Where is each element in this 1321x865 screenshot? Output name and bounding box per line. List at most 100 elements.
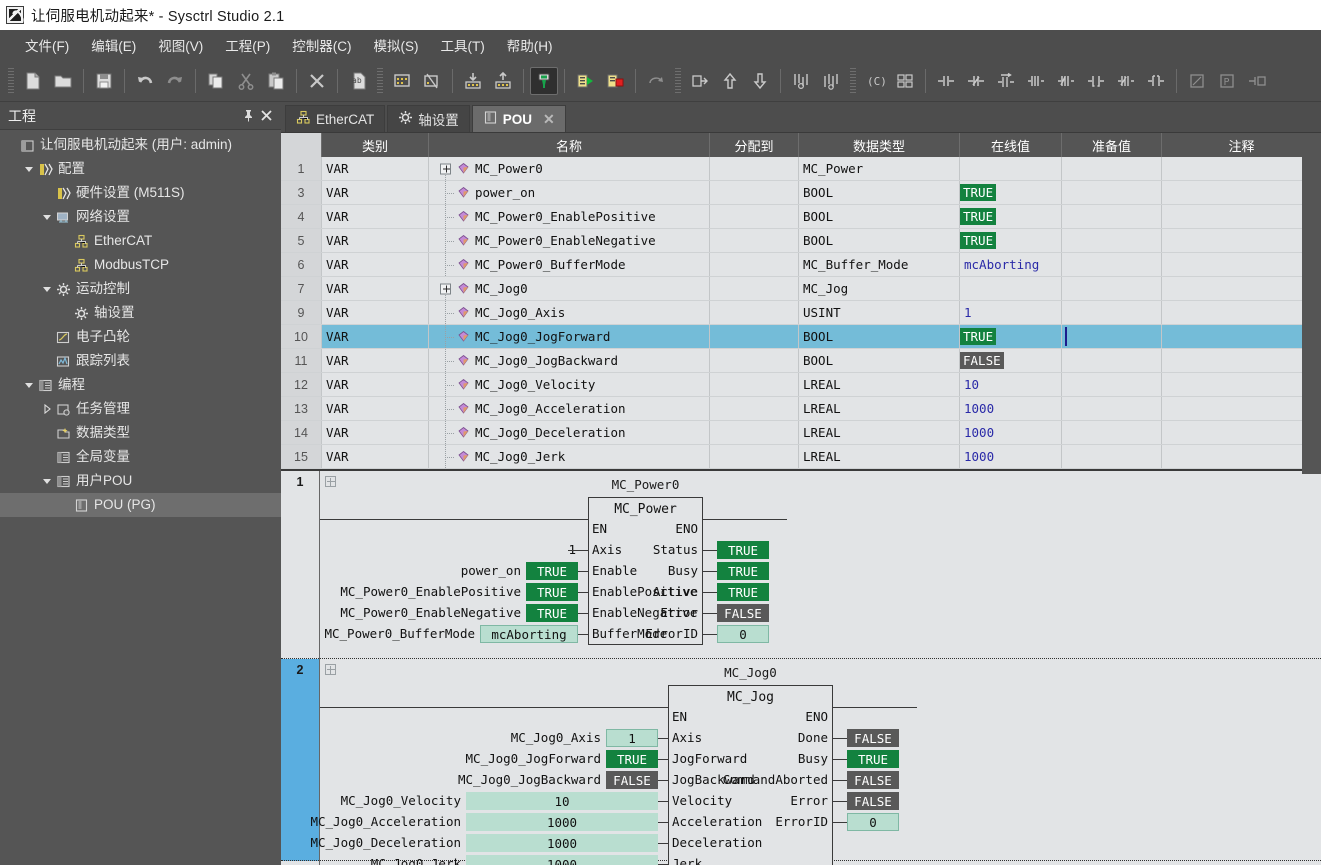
breakpoint-icon[interactable] (787, 67, 815, 95)
step-up-icon[interactable] (716, 67, 744, 95)
cell-kind[interactable]: VAR (322, 445, 429, 468)
row-number[interactable]: 13 (281, 397, 322, 420)
row-number[interactable]: 4 (281, 205, 322, 228)
cell-kind[interactable]: VAR (322, 181, 429, 204)
fbd-input-label[interactable]: MC_Jog0_Jerk (281, 856, 461, 865)
cell-prepared-value[interactable] (1062, 373, 1162, 396)
fbd-input-value[interactable]: 1 (606, 729, 658, 747)
tab-ethercat[interactable]: EtherCAT (285, 105, 385, 132)
table-row[interactable]: 13VARMC_Jog0_AccelerationLREAL1000 (281, 397, 1321, 421)
table-row[interactable]: 15VARMC_Jog0_JerkLREAL1000 (281, 445, 1321, 469)
cell-kind[interactable]: VAR (322, 301, 429, 324)
fbd-network[interactable]: MC_Power0MC_PowerENAxis1EnableTRUEpower_… (320, 471, 1321, 659)
cell-data-type[interactable]: LREAL (799, 445, 960, 468)
fb-box-icon[interactable] (1183, 67, 1211, 95)
row-number[interactable]: 12 (281, 373, 322, 396)
menu-view[interactable]: 视图(V) (147, 31, 214, 59)
cell-assigned-to[interactable] (710, 445, 799, 468)
tab-close-icon[interactable]: ✕ (543, 111, 555, 128)
cell-comment[interactable] (1162, 445, 1321, 468)
cell-online-value[interactable] (960, 277, 1062, 300)
table-row[interactable]: 6VARMC_Power0_BufferModeMC_Buffer_Modemc… (281, 253, 1321, 277)
fbd-output-value[interactable]: TRUE (717, 562, 769, 580)
cell-comment[interactable] (1162, 181, 1321, 204)
tree-user-pou[interactable]: 用户POU (0, 469, 281, 493)
cell-prepared-value[interactable] (1062, 301, 1162, 324)
fbd-output-value[interactable]: TRUE (847, 750, 899, 768)
fbd-input-value[interactable]: TRUE (526, 583, 578, 601)
menu-controller[interactable]: 控制器(C) (281, 31, 362, 59)
cell-data-type[interactable]: BOOL (799, 325, 960, 348)
menu-tools[interactable]: 工具(T) (430, 31, 496, 59)
contact-parallel-icon[interactable] (1022, 67, 1050, 95)
table-row[interactable]: 12VARMC_Jog0_VelocityLREAL10 (281, 373, 1321, 397)
stop-icon[interactable] (601, 67, 629, 95)
fbd-input-label[interactable]: power_on (311, 563, 521, 578)
cell-name[interactable]: MC_Jog0 (429, 277, 710, 300)
tree-ethercat[interactable]: EtherCAT (0, 229, 281, 253)
coil-set-icon[interactable] (1112, 67, 1140, 95)
table-row[interactable]: 4VARMC_Power0_EnablePositiveBOOLTRUE (281, 205, 1321, 229)
run-icon[interactable] (571, 67, 599, 95)
fbd-network-number[interactable]: 2 (281, 659, 319, 861)
fbd-input-label[interactable]: MC_Jog0_Axis (391, 730, 601, 745)
cell-assigned-to[interactable] (710, 349, 799, 372)
cell-prepared-value[interactable] (1062, 229, 1162, 252)
fbd-input-value[interactable]: FALSE (606, 771, 658, 789)
cell-prepared-value[interactable] (1062, 277, 1162, 300)
fbd-input-value[interactable]: 1000 (466, 855, 658, 865)
breakpoint-list-icon[interactable] (817, 67, 845, 95)
close-icon[interactable] (257, 107, 275, 125)
cell-online-value[interactable]: 10 (960, 373, 1062, 396)
compile-icon[interactable] (388, 67, 416, 95)
row-number[interactable]: 9 (281, 301, 322, 324)
cell-data-type[interactable]: MC_Power (799, 157, 960, 180)
cell-name[interactable]: power_on (429, 181, 710, 204)
cell-online-value[interactable]: TRUE (960, 325, 1062, 348)
row-number[interactable]: 11 (281, 349, 322, 372)
fbd-input-label[interactable]: MC_Power0_EnableNegative (311, 605, 521, 620)
cell-comment[interactable] (1162, 205, 1321, 228)
cell-data-type[interactable]: BOOL (799, 349, 960, 372)
expand-plus-icon[interactable] (429, 277, 455, 300)
cell-name[interactable]: MC_Jog0_Acceleration (429, 397, 710, 420)
row-number[interactable]: 14 (281, 421, 322, 444)
cell-online-value[interactable] (960, 157, 1062, 180)
cell-name[interactable]: MC_Jog0_Velocity (429, 373, 710, 396)
cell-online-value[interactable]: 1000 (960, 397, 1062, 420)
cell-prepared-value[interactable] (1062, 325, 1162, 348)
col-comment[interactable]: 注释 (1162, 133, 1321, 157)
fbd-input-value[interactable]: TRUE (526, 562, 578, 580)
fbd-output-value[interactable]: FALSE (847, 771, 899, 789)
cell-prepared-value[interactable] (1062, 253, 1162, 276)
cell-name[interactable]: MC_Power0 (429, 157, 710, 180)
cell-prepared-value[interactable] (1062, 421, 1162, 444)
cell-name[interactable]: MC_Jog0_Deceleration (429, 421, 710, 444)
tree-modbustcp[interactable]: ModbusTCP (0, 253, 281, 277)
cell-online-value[interactable]: FALSE (960, 349, 1062, 372)
tree-data-types[interactable]: 数据类型 (0, 421, 281, 445)
open-folder-icon[interactable] (49, 67, 77, 95)
row-number[interactable]: 15 (281, 445, 322, 468)
row-number[interactable]: 10 (281, 325, 322, 348)
table-row[interactable]: 14VARMC_Jog0_DecelerationLREAL1000 (281, 421, 1321, 445)
fbd-input-label[interactable]: MC_Jog0_JogForward (391, 751, 601, 766)
save-icon[interactable] (90, 67, 118, 95)
prepared-value-input[interactable] (1065, 327, 1067, 346)
comment-icon[interactable]: (C) (861, 67, 889, 95)
tree-trace-list[interactable]: 跟踪列表 (0, 349, 281, 373)
cell-assigned-to[interactable] (710, 301, 799, 324)
cell-kind[interactable]: VAR (322, 229, 429, 252)
col-kind[interactable]: 类别 (322, 133, 429, 157)
cell-online-value[interactable]: TRUE (960, 229, 1062, 252)
fbd-input-label[interactable]: MC_Jog0_JogBackward (391, 772, 601, 787)
toolbar-grip[interactable] (8, 68, 14, 94)
copy-icon[interactable] (202, 67, 230, 95)
step-down-icon[interactable] (746, 67, 774, 95)
coil-icon[interactable] (1082, 67, 1110, 95)
cell-name[interactable]: MC_Jog0_JogBackward (429, 349, 710, 372)
fbd-input-label[interactable]: MC_Jog0_Acceleration (281, 814, 461, 829)
col-prepared[interactable]: 准备值 (1062, 133, 1162, 157)
fbd-output-value[interactable]: FALSE (847, 792, 899, 810)
fbd-network[interactable]: MC_Jog0MC_JogENAxis1MC_Jog0_AxisJogForwa… (320, 659, 1321, 861)
